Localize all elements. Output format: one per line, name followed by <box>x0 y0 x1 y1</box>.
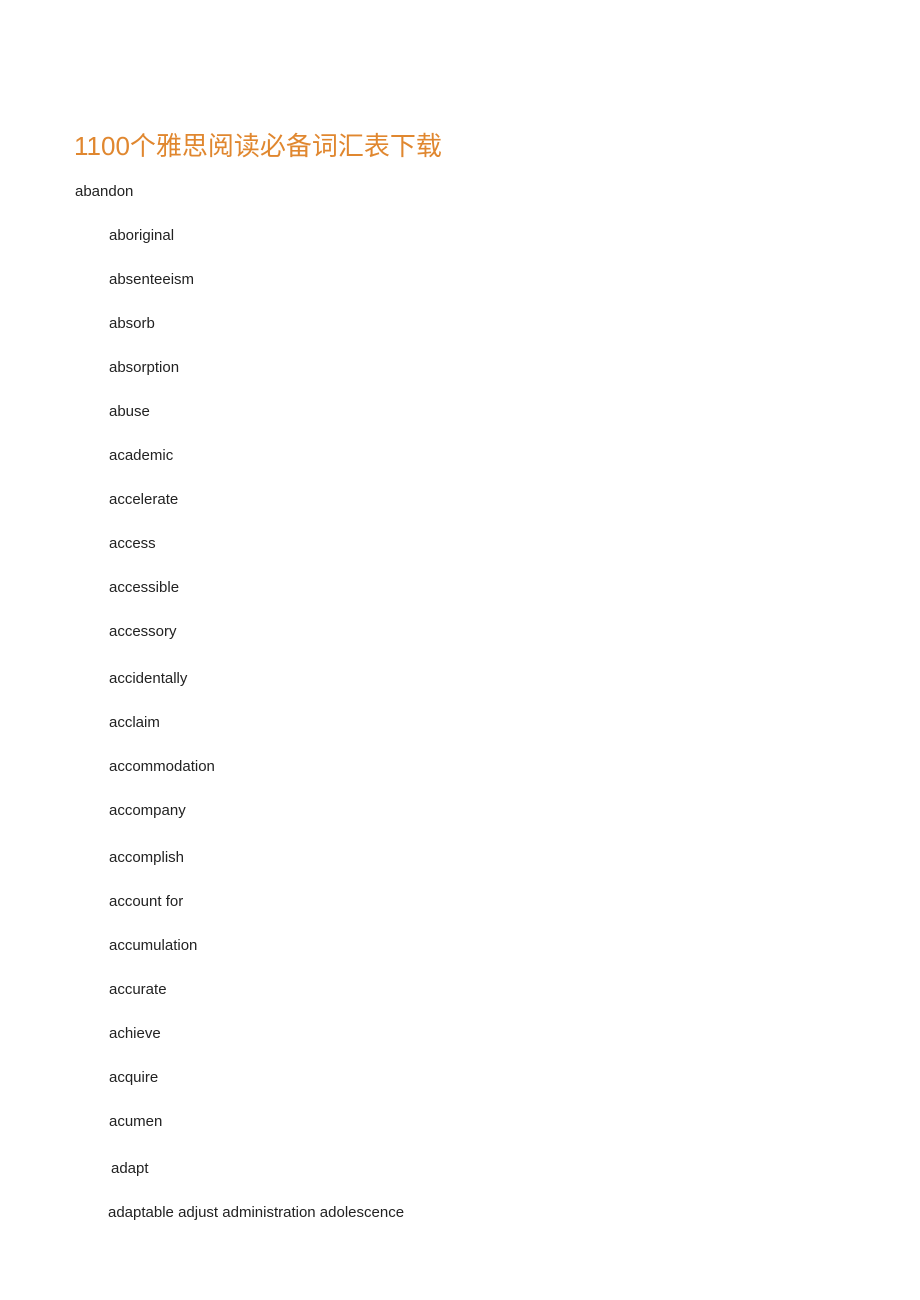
word-list-item: achieve <box>109 1025 161 1042</box>
word-list-item: accelerate <box>109 491 179 508</box>
word-list-item: absorb <box>109 315 155 332</box>
word-list-item: acclaim <box>109 714 160 731</box>
word-list-item: aboriginal <box>109 227 175 244</box>
word-list-item: acquire <box>109 1069 159 1086</box>
word-list-item: abuse <box>109 403 150 420</box>
word-list-item: accessory <box>109 623 177 640</box>
document-page: 1100个雅思阅读必备词汇表下载 abandon aboriginal absent… <box>0 0 920 1300</box>
word-list-item: account for <box>109 893 184 910</box>
word-list-item: access <box>109 535 156 552</box>
vocabulary-word-list: abandon aboriginal absenteeism absorb absorp… <box>0 182 920 1247</box>
word-list-item: accomplish <box>109 849 185 866</box>
word-list-item: absorption <box>109 359 180 376</box>
page-title: 1100个雅思阅读必备词汇表下载 <box>74 131 442 162</box>
word-list-item: accommodation <box>109 758 215 775</box>
word-list-item: accurate <box>109 981 167 998</box>
word-list-item: accessible <box>109 579 180 596</box>
word-list-item: acumen <box>109 1113 163 1130</box>
word-list-item: adapt <box>111 1160 149 1177</box>
word-list-item: abandon <box>75 183 134 200</box>
word-list-item: absenteeism <box>109 271 195 288</box>
word-list-item: adaptable adjust administration adolesce… <box>108 1204 405 1221</box>
word-list-item: accompany <box>109 802 186 819</box>
word-list-item: academic <box>109 447 174 464</box>
word-list-item: accumulation <box>109 937 198 954</box>
word-list-item: accidentally <box>109 670 188 687</box>
